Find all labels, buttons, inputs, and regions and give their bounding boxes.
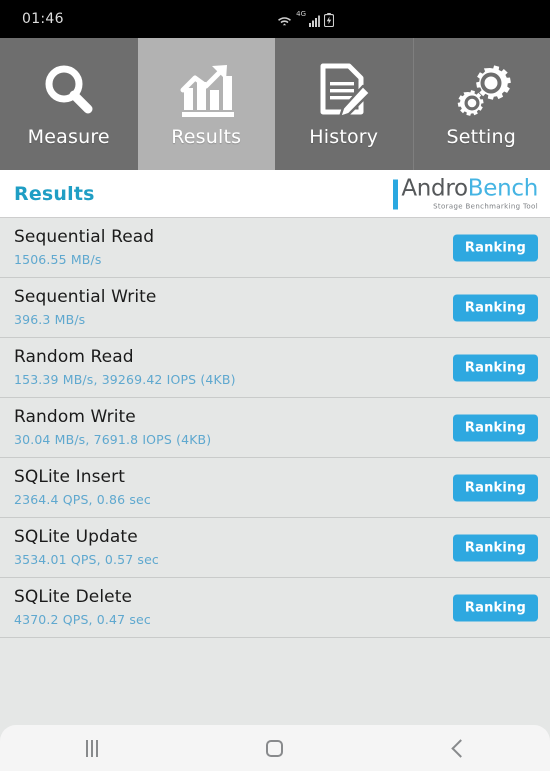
home-button[interactable] xyxy=(183,739,366,757)
logo-accent-bar xyxy=(393,179,399,209)
table-row[interactable]: SQLite Insert 2364.4 QPS, 0.86 sec Ranki… xyxy=(0,458,550,518)
phone-screen: 01:46 4G Measure Results History Setting… xyxy=(0,0,550,771)
tab-measure[interactable]: Measure xyxy=(0,38,138,170)
ranking-button[interactable]: Ranking xyxy=(452,474,538,501)
table-row[interactable]: SQLite Delete 4370.2 QPS, 0.47 sec Ranki… xyxy=(0,578,550,638)
battery-icon xyxy=(324,13,334,27)
system-nav-bar xyxy=(0,725,550,771)
androbench-logo: AndroBench Storage Benchmarking Tool xyxy=(393,177,538,210)
page-title: Results xyxy=(14,182,95,205)
table-row[interactable]: SQLite Update 3534.01 QPS, 0.57 sec Rank… xyxy=(0,518,550,578)
ranking-button[interactable]: Ranking xyxy=(452,234,538,261)
ranking-button[interactable]: Ranking xyxy=(452,294,538,321)
main-tab-bar: Measure Results History Setting xyxy=(0,38,550,170)
table-row[interactable]: Random Write 30.04 MB/s, 7691.8 IOPS (4K… xyxy=(0,398,550,458)
back-icon xyxy=(451,738,470,758)
status-bar: 01:46 4G xyxy=(0,0,550,38)
document-pencil-icon xyxy=(313,60,375,122)
tab-results[interactable]: Results xyxy=(137,38,275,170)
home-icon xyxy=(266,739,284,757)
table-row[interactable]: Sequential Write 396.3 MB/s Ranking xyxy=(0,278,550,338)
recents-button[interactable] xyxy=(0,739,183,757)
table-row[interactable]: Random Read 153.39 MB/s, 39269.42 IOPS (… xyxy=(0,338,550,398)
ranking-button[interactable]: Ranking xyxy=(452,534,538,561)
tab-label-setting: Setting xyxy=(446,126,516,148)
ranking-button[interactable]: Ranking xyxy=(452,594,538,621)
tab-history[interactable]: History xyxy=(275,38,413,170)
tab-label-history: History xyxy=(309,126,379,148)
bar-chart-trend-icon xyxy=(175,60,237,122)
cellular-signal-icon xyxy=(309,14,321,27)
table-row[interactable]: Sequential Read 1506.55 MB/s Ranking xyxy=(0,218,550,278)
gears-icon xyxy=(450,60,512,122)
tab-label-measure: Measure xyxy=(27,126,110,148)
logo-primary-text: Andro xyxy=(401,175,468,201)
recents-icon xyxy=(85,739,98,757)
network-type-label: 4G xyxy=(296,10,306,18)
page-header: Results AndroBench Storage Benchmarking … xyxy=(0,170,550,218)
back-button[interactable] xyxy=(367,738,550,758)
magnifier-icon xyxy=(38,60,100,122)
status-bar-icons: 4G xyxy=(277,11,334,27)
wifi-icon xyxy=(277,15,292,27)
logo-tagline: Storage Benchmarking Tool xyxy=(433,202,538,210)
status-bar-clock: 01:46 xyxy=(22,11,64,27)
ranking-button[interactable]: Ranking xyxy=(452,354,538,381)
results-list: Sequential Read 1506.55 MB/s Ranking Seq… xyxy=(0,218,550,638)
logo-secondary-text: Bench xyxy=(467,175,539,201)
tab-setting[interactable]: Setting xyxy=(412,38,550,170)
ranking-button[interactable]: Ranking xyxy=(452,414,538,441)
tab-label-results: Results xyxy=(171,126,242,148)
